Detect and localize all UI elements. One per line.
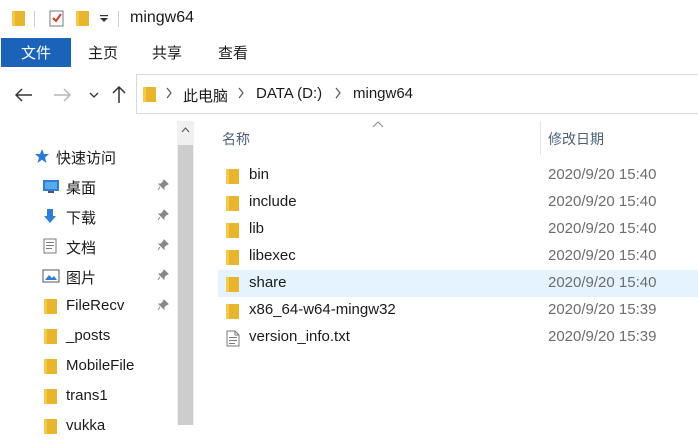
nav-item-trans1[interactable]: trans1 [0,381,176,411]
file-row[interactable]: include 2020/9/20 15:40 [218,189,698,216]
up-button[interactable] [108,83,130,107]
nav-item-posts[interactable]: _posts [0,321,176,351]
navigation-pane: 快速访问 桌面 下载 文档 图片 FileRecv _posts MobileF… [0,121,196,434]
file-name: libexec [249,247,296,264]
file-modified: 2020/9/20 15:40 [548,247,657,264]
tab-share[interactable]: 共享 [152,38,182,67]
back-button[interactable] [13,83,35,107]
file-modified: 2020/9/20 15:39 [548,301,657,318]
chevron-up-icon[interactable] [181,127,190,133]
file-row[interactable]: lib 2020/9/20 15:40 [218,216,698,243]
file-modified: 2020/9/20 15:40 [548,166,657,183]
breadcrumb-this-pc[interactable]: 此电脑 [183,85,228,106]
customize-toolbar-icon[interactable] [99,14,109,24]
nav-item-filerecv[interactable]: FileRecv [0,291,176,321]
address-bar[interactable]: 此电脑 DATA (D:) mingw64 [136,74,698,114]
nav-quick-access[interactable]: 快速访问 [0,141,176,171]
nav-label: trans1 [66,387,108,404]
breadcrumb-drive[interactable]: DATA (D:) [256,85,322,102]
title-bar: mingw64 [0,0,698,38]
folder-icon[interactable] [12,10,25,27]
properties-icon[interactable] [49,10,65,27]
nav-scrollbar[interactable] [177,121,194,425]
nav-label: 下载 [66,210,97,227]
pin-icon[interactable] [157,269,169,281]
chevron-right-icon [165,87,173,99]
nav-label: _posts [66,327,111,344]
nav-label: vukka [66,417,106,434]
document-icon [42,238,58,254]
file-row[interactable]: x86_64-w64-mingw32 2020/9/20 15:39 [218,297,698,324]
folder-icon [143,86,156,103]
folder-icon [226,276,240,292]
folder-icon [44,388,60,404]
window-title: mingw64 [130,9,195,26]
folder-icon [226,222,240,238]
file-row[interactable]: version_info.txt 2020/9/20 15:39 [218,324,698,351]
column-divider[interactable] [540,121,541,155]
nav-label: 文档 [66,240,97,257]
folder-icon [226,168,240,184]
file-name: lib [249,220,265,237]
file-modified: 2020/9/20 15:39 [548,328,657,345]
folder-icon [44,358,60,374]
toolbar-separator [118,11,119,27]
forward-button[interactable] [51,83,73,107]
file-name: include [249,193,297,210]
desktop-icon [42,178,59,194]
file-row[interactable]: bin 2020/9/20 15:40 [218,162,698,189]
ribbon-tabs: 文件 主页 共享 查看 [0,38,698,68]
nav-label: 图片 [66,270,97,287]
file-row-selected[interactable]: share 2020/9/20 15:40 [218,270,698,297]
file-name: version_info.txt [249,328,350,345]
file-modified: 2020/9/20 15:40 [548,220,657,237]
file-modified: 2020/9/20 15:40 [548,274,657,291]
file-modified: 2020/9/20 15:40 [548,193,657,210]
column-headers: 名称 修改日期 [196,121,698,155]
nav-item-vukka[interactable]: vukka [0,411,176,441]
nav-label: 快速访问 [56,150,117,167]
nav-item-desktop[interactable]: 桌面 [0,171,176,201]
nav-label: FileRecv [66,297,125,314]
folder-icon [226,249,240,265]
text-file-icon [226,330,240,347]
tab-file[interactable]: 文件 [1,38,71,67]
nav-item-pictures[interactable]: 图片 [0,261,176,291]
tab-view[interactable]: 查看 [218,38,248,67]
pin-icon[interactable] [157,299,169,311]
sort-ascending-icon [372,121,384,128]
nav-item-downloads[interactable]: 下载 [0,201,176,231]
chevron-right-icon [237,87,245,99]
recent-locations-button[interactable] [83,83,105,107]
column-modified[interactable]: 修改日期 [548,129,604,149]
folder-icon [44,418,60,434]
folder-icon [44,298,60,314]
pin-icon[interactable] [157,209,169,221]
file-name: share [249,274,287,291]
nav-label: 桌面 [66,180,97,197]
picture-icon [42,268,60,284]
nav-item-mobilefile[interactable]: MobileFile [0,351,176,381]
file-name: x86_64-w64-mingw32 [249,301,396,318]
new-folder-icon[interactable] [76,10,89,27]
folder-icon [226,303,240,319]
pin-icon[interactable] [157,239,169,251]
nav-item-documents[interactable]: 文档 [0,231,176,261]
file-row[interactable]: libexec 2020/9/20 15:40 [218,243,698,270]
star-icon [34,148,50,164]
scrollbar-thumb[interactable] [178,145,193,425]
pin-icon[interactable] [157,179,169,191]
column-name[interactable]: 名称 [222,129,250,149]
breadcrumb-current[interactable]: mingw64 [353,85,413,102]
tab-home[interactable]: 主页 [88,38,118,67]
folder-icon [226,195,240,211]
file-name: bin [249,166,270,183]
chevron-right-icon [334,87,342,99]
nav-label: MobileFile [66,357,135,374]
download-icon [42,208,58,224]
folder-icon [44,328,60,344]
toolbar-separator [34,11,35,27]
